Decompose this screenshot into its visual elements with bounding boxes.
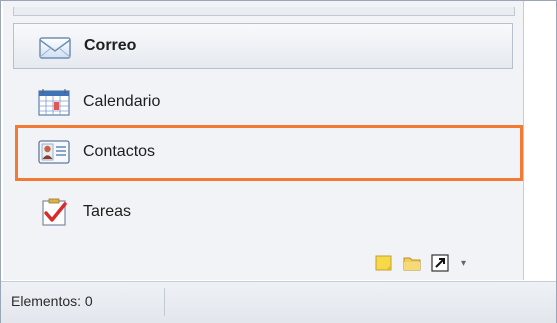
nav-small-icons: ▾	[375, 251, 466, 275]
nav-item-label: Tareas	[83, 203, 132, 220]
notes-icon[interactable]	[375, 254, 393, 272]
status-items-count: Elementos: 0	[11, 293, 93, 309]
nav-item-calendar[interactable]: Calendario	[13, 77, 513, 127]
nav-item-label: Calendario	[83, 93, 161, 110]
navigation-pane: Correo Calendario Contactos Tareas ▾	[3, 1, 524, 280]
tasks-icon	[37, 198, 71, 226]
nav-item-contacts[interactable]: Contactos	[13, 127, 513, 177]
status-divider	[164, 288, 165, 316]
mail-icon	[38, 32, 72, 60]
calendar-icon	[37, 88, 71, 116]
nav-item-tasks[interactable]: Tareas	[13, 187, 513, 237]
folder-icon[interactable]	[403, 254, 421, 272]
nav-item-mail[interactable]: Correo	[13, 23, 513, 69]
shortcut-icon[interactable]	[431, 254, 449, 272]
configure-buttons-dropdown-icon[interactable]: ▾	[461, 258, 466, 269]
outlook-window: Correo Calendario Contactos Tareas ▾ Ele…	[0, 0, 557, 323]
nav-item-label: Contactos	[83, 143, 156, 160]
status-bar: Elementos: 0	[1, 281, 556, 323]
nav-item-label: Correo	[84, 37, 137, 54]
contacts-icon	[37, 138, 71, 166]
pane-splitter[interactable]	[13, 7, 515, 16]
